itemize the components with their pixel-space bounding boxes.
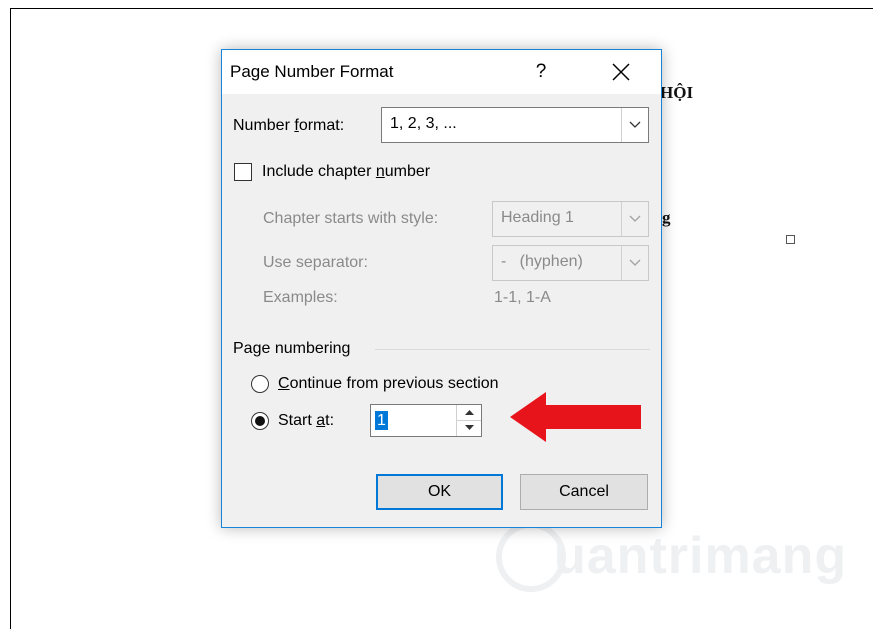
group-divider	[375, 349, 650, 350]
number-format-value: 1, 2, 3, ...	[390, 115, 457, 132]
chevron-down-icon[interactable]	[621, 108, 648, 142]
ok-button[interactable]: OK	[376, 474, 503, 510]
continue-from-previous-label[interactable]: Continue from previous section	[278, 375, 499, 393]
spin-up-icon[interactable]	[457, 405, 481, 421]
start-at-radio[interactable]	[251, 412, 269, 430]
examples-value: 1-1, 1-A	[494, 289, 551, 306]
chevron-down-icon[interactable]	[621, 246, 648, 280]
chapter-style-select[interactable]: Heading 1	[492, 201, 649, 237]
help-button[interactable]: ?	[526, 56, 556, 88]
examples-label: Examples:	[263, 289, 338, 306]
chapter-style-value: Heading 1	[501, 209, 574, 226]
include-chapter-label[interactable]: Include chapter number	[262, 163, 430, 181]
page-number-format-dialog: Page Number Format ? Number format: 1, 2…	[221, 49, 662, 528]
cancel-button[interactable]: Cancel	[520, 474, 648, 510]
separator-label: Use separator:	[263, 254, 368, 271]
start-at-label[interactable]: Start at:	[278, 412, 334, 430]
spin-down-icon[interactable]	[457, 420, 481, 435]
spinner-buttons	[456, 405, 481, 436]
close-icon	[612, 63, 630, 81]
number-format-select[interactable]: 1, 2, 3, ...	[381, 107, 649, 143]
watermark-text: uantrimang	[554, 527, 848, 585]
red-arrow-icon	[510, 392, 641, 442]
close-button[interactable]	[605, 56, 637, 88]
chapter-style-label: Chapter starts with style:	[263, 210, 439, 227]
page-numbering-group-label: Page numbering	[233, 340, 351, 357]
dialog-titlebar: Page Number Format ?	[222, 50, 661, 94]
object-anchor-handle[interactable]	[786, 235, 795, 244]
document-text-fragment: g	[662, 208, 671, 227]
start-at-spinner[interactable]: 1	[370, 404, 482, 437]
start-at-input[interactable]: 1	[375, 411, 388, 430]
continue-from-previous-radio[interactable]	[251, 375, 269, 393]
separator-value: - (hyphen)	[501, 253, 583, 270]
dialog-title: Page Number Format	[230, 62, 394, 81]
separator-select[interactable]: - (hyphen)	[492, 245, 649, 281]
document-text-fragment: HỘI	[660, 83, 694, 102]
watermark-logo: uantrimang	[488, 518, 873, 603]
include-chapter-checkbox[interactable]	[234, 163, 252, 181]
chevron-down-icon[interactable]	[621, 202, 648, 236]
number-format-label: Number format:	[233, 117, 345, 134]
